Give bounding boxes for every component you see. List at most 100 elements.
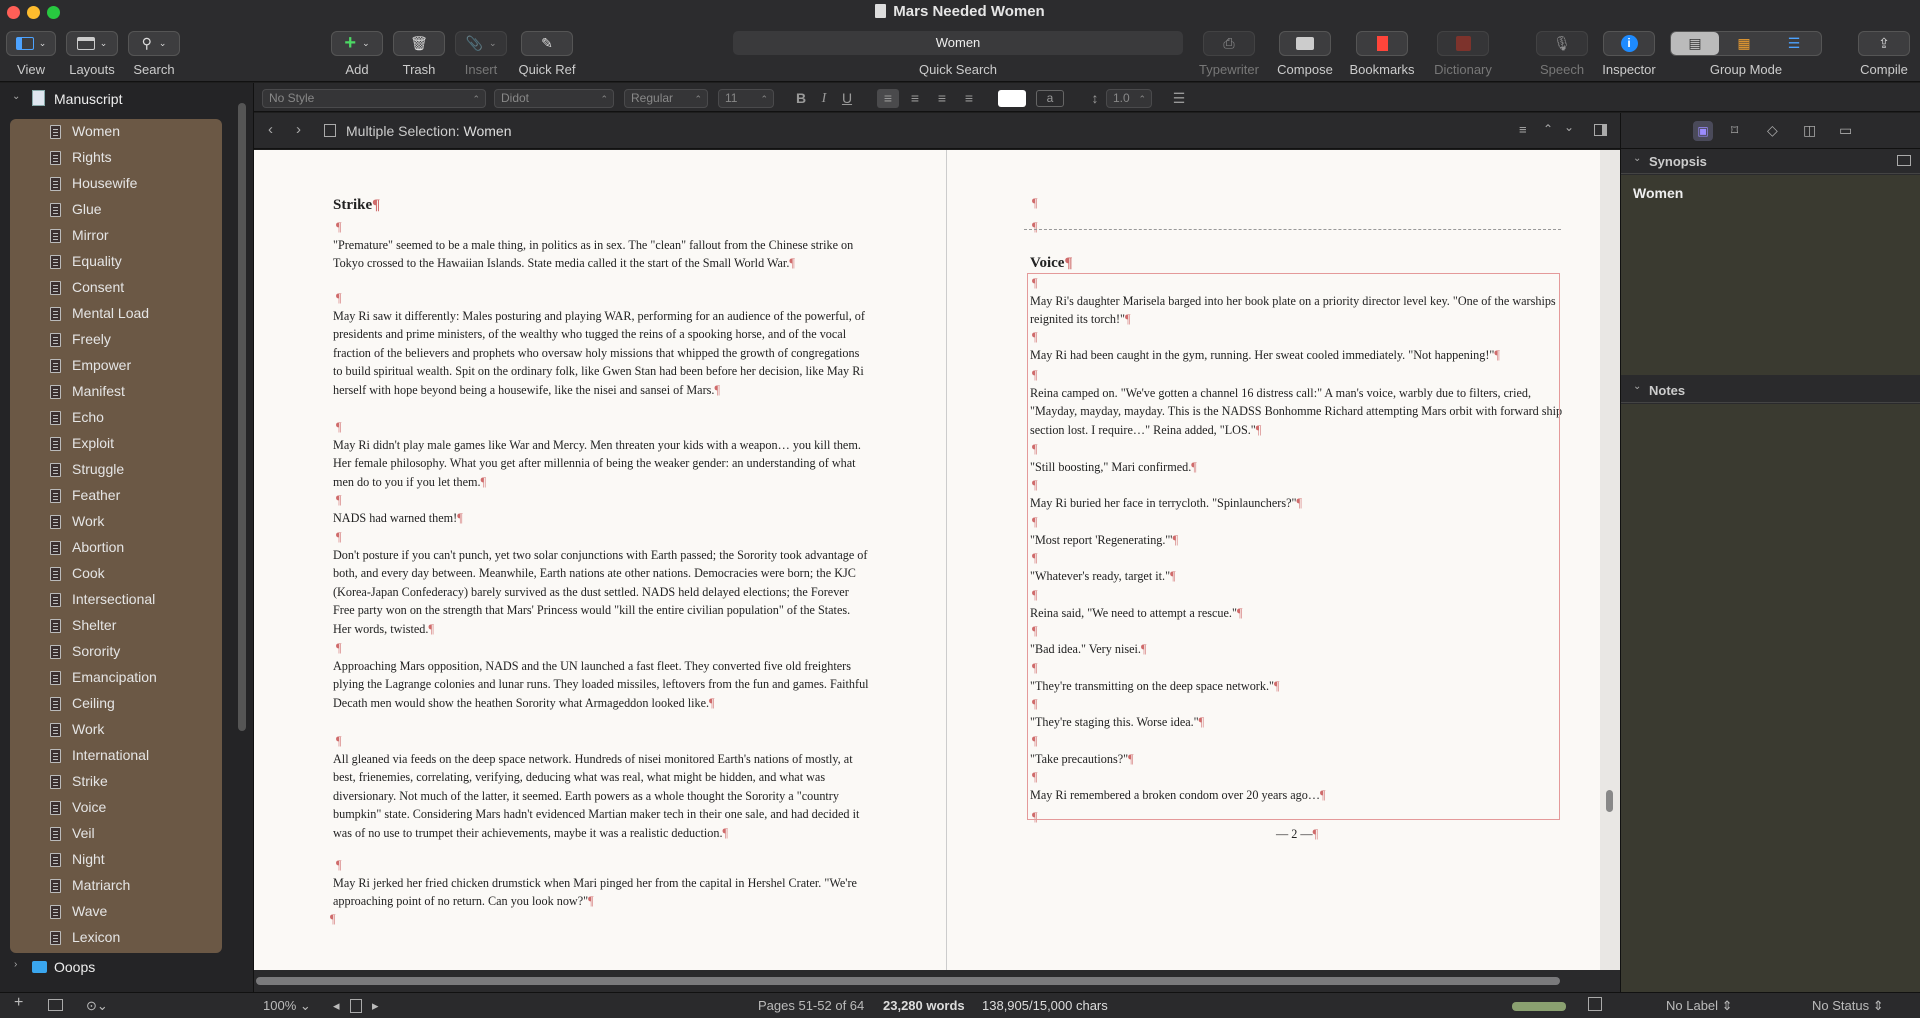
binder-item[interactable]: International [10,743,222,769]
synopsis-header[interactable]: ⌄ Synopsis [1621,149,1920,174]
binder-item[interactable]: Sorority [10,639,222,665]
forward-arrow-icon[interactable]: › [296,121,301,138]
binder-item[interactable]: Rights [10,145,222,171]
binder-item[interactable]: Glue [10,197,222,223]
more-options-icon[interactable]: ⊙⌄ [86,998,108,1014]
list-icon[interactable]: ☰ [1164,89,1194,108]
view-button[interactable]: ⌄ [6,31,56,56]
scroll-thumb[interactable] [1606,790,1613,812]
binder-scrollbar[interactable] [238,103,246,731]
paragraph[interactable]: May Ri saw it differently: Males posturi… [333,307,871,399]
section-heading[interactable]: Strike¶ [333,196,873,214]
font-size-select[interactable]: 11 [718,89,774,108]
binder-item[interactable]: Manifest [10,379,222,405]
insert-button[interactable]: 📎 ⌄ [455,31,507,56]
binder-item[interactable]: Women [10,119,222,145]
binder-item[interactable]: Ceiling [10,691,222,717]
bold-button[interactable]: B [790,89,812,108]
binder-item[interactable]: Housewife [10,171,222,197]
synopsis-area[interactable]: Women [1621,175,1920,375]
trash-button[interactable]: 🗑 [393,31,445,56]
search-button[interactable]: ⚲ ⌄ [128,31,180,56]
binder-item[interactable]: Cook [10,561,222,587]
binder-item[interactable]: Exploit [10,431,222,457]
inspector-button[interactable]: i [1603,31,1655,56]
add-item-icon[interactable]: + [14,994,23,1012]
typewriter-button[interactable]: ⎙ [1203,31,1255,56]
binder-item[interactable]: Night [10,847,222,873]
binder-item[interactable]: Veil [10,821,222,847]
text-color-button[interactable] [998,90,1026,107]
chevron-up-icon[interactable]: ⌃ [1543,122,1553,136]
tag-icon[interactable]: ◇ [1767,122,1778,139]
paragraph[interactable]: May Ri jerked her fried chicken drumstic… [333,874,871,911]
horizontal-scrollbar[interactable] [254,970,1620,992]
page-vertical-scrollbar[interactable] [1600,150,1620,970]
style-select[interactable]: No Style [262,89,486,108]
line-spacing-select[interactable]: 1.0 [1106,89,1152,108]
align-center-icon[interactable]: ≡ [904,89,926,108]
binder-item[interactable]: Consent [10,275,222,301]
align-justify-icon[interactable]: ≡ [958,89,980,108]
back-arrow-icon[interactable]: ‹ [268,121,273,138]
label-select[interactable]: No Label ⇕ [1666,998,1733,1014]
binder-item[interactable]: Mental Load [10,301,222,327]
binder-item[interactable]: Freely [10,327,222,353]
highlight-color-button[interactable]: a [1036,90,1064,107]
scroll-thumb[interactable] [256,977,1560,985]
underline-button[interactable]: U [836,89,858,108]
speech-button[interactable]: 🎙 [1536,31,1588,56]
quick-search-field[interactable]: Women [733,31,1183,55]
align-left-icon[interactable]: ≡ [877,89,899,108]
comment-icon[interactable]: ▭ [1839,122,1852,139]
paragraph[interactable]: Approaching Mars opposition, NADS and th… [333,657,871,712]
zoom-select[interactable]: 100% ⌄ [263,998,311,1014]
binder-item[interactable]: Lexicon [10,925,222,951]
layouts-button[interactable]: ⌄ [66,31,118,56]
binder-item[interactable]: Strike [10,769,222,795]
compose-button[interactable] [1279,31,1331,56]
quick-ref-button[interactable]: ✎ [521,31,573,56]
binder-item[interactable]: Struggle [10,457,222,483]
italic-button[interactable]: I [813,89,835,108]
page-next-icon[interactable]: ▸ [372,998,379,1014]
paragraph[interactable]: NADS had warned them!¶ [333,509,871,527]
image-icon[interactable] [1897,155,1911,166]
status-select[interactable]: No Status ⇕ [1812,998,1884,1014]
binder-item[interactable]: Wave [10,899,222,925]
binder-item[interactable]: Abortion [10,535,222,561]
camera-icon[interactable]: ◫ [1803,122,1816,139]
binder-item[interactable]: Voice [10,795,222,821]
dictionary-button[interactable] [1437,31,1489,56]
binder-item[interactable]: Feather [10,483,222,509]
paragraph[interactable]: "Premature" seemed to be a male thing, i… [333,236,871,273]
binder-item[interactable]: Work [10,509,222,535]
font-weight-select[interactable]: Regular [624,89,708,108]
binder-item[interactable]: Shelter [10,613,222,639]
binder-item[interactable]: Echo [10,405,222,431]
corkboard-icon[interactable]: ▦ [1719,35,1769,52]
group-mode-control[interactable]: ▤ ▦ ☰ [1670,31,1822,56]
paragraph[interactable]: All gleaned via feeds on the deep space … [333,750,871,842]
split-view-icon[interactable] [1594,124,1607,136]
bookmarks-button[interactable] [1356,31,1408,56]
bookmark-tab-icon[interactable]: ⌑ [1731,122,1738,139]
chevron-down-icon[interactable]: ⌄ [1564,120,1574,134]
notes-area[interactable] [1621,404,1920,993]
compile-button[interactable]: ⇪ [1858,31,1910,56]
align-right-icon[interactable]: ≡ [931,89,953,108]
binder-item[interactable]: Matriarch [10,873,222,899]
binder-item[interactable]: Empower [10,353,222,379]
notes-header[interactable]: ⌄ Notes [1621,377,1920,403]
outliner-icon[interactable]: ☰ [1769,35,1819,52]
binder-folder-ooops[interactable]: Ooops [54,959,95,975]
notes-tab-icon[interactable]: ▣ [1693,121,1713,141]
binder-item[interactable]: Mirror [10,223,222,249]
add-button[interactable]: + ⌄ [331,31,383,56]
disclosure-triangle-icon[interactable]: › [14,959,17,970]
binder-item[interactable]: Emancipation [10,665,222,691]
binder-item[interactable]: Equality [10,249,222,275]
paragraph[interactable]: Don't posture if you can't punch, yet tw… [333,546,871,638]
target-icon[interactable] [1588,997,1602,1011]
font-family-select[interactable]: Didot [494,89,614,108]
